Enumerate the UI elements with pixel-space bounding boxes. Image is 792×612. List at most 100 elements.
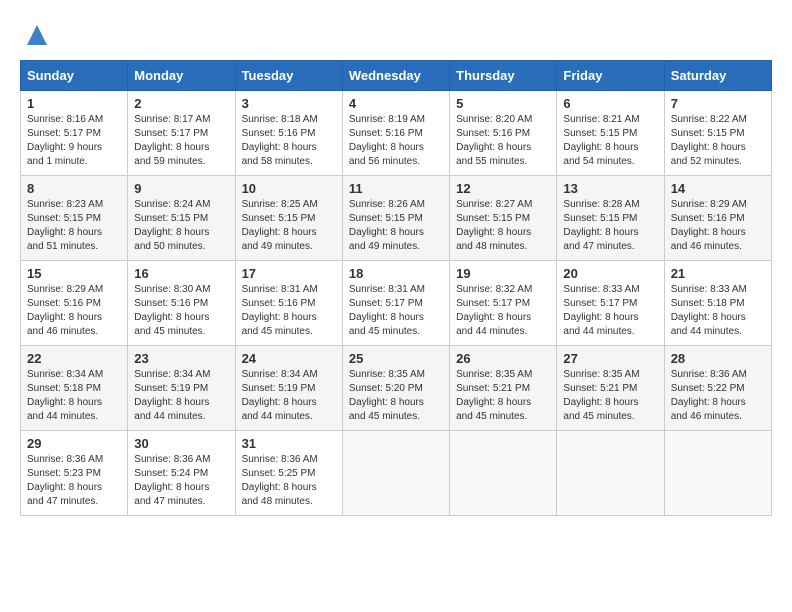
day-info: Sunrise: 8:36 AM Sunset: 5:24 PM Dayligh… [134,453,228,509]
day-info: Sunrise: 8:35 AM Sunset: 5:21 PM Dayligh… [563,368,657,424]
week-row-5: 29 Sunrise: 8:36 AM Sunset: 5:23 PM Dayli… [21,431,772,516]
day-number: 10 [242,181,336,196]
page-header [20,20,772,50]
header-row: SundayMondayTuesdayWednesdayThursdayFrid… [21,61,772,91]
day-cell: 1Sunrise: 8:16 AM Sunset: 5:17 PM Daylig… [21,91,128,176]
day-number: 8 [27,181,121,196]
day-number: 1 [27,96,121,111]
day-number: 26 [456,351,550,366]
day-cell: 6Sunrise: 8:21 AM Sunset: 5:15 PM Daylig… [557,91,664,176]
day-cell: 20 Sunrise: 8:33 AM Sunset: 5:17 PM Dayli… [557,261,664,346]
col-header-monday: Monday [128,61,235,91]
day-number: 14 [671,181,765,196]
day-number: 20 [563,266,657,281]
day-info: Sunrise: 8:36 AM Sunset: 5:25 PM Dayligh… [242,453,336,509]
day-info: Sunrise: 8:20 AM Sunset: 5:16 PM Dayligh… [456,113,550,169]
day-info: Sunrise: 8:29 AM Sunset: 5:16 PM Dayligh… [671,198,765,254]
day-number: 25 [349,351,443,366]
day-info: Sunrise: 8:21 AM Sunset: 5:15 PM Dayligh… [563,113,657,169]
col-header-wednesday: Wednesday [342,61,449,91]
calendar-table: SundayMondayTuesdayWednesdayThursdayFrid… [20,60,772,516]
day-cell [342,431,449,516]
day-cell: 29 Sunrise: 8:36 AM Sunset: 5:23 PM Dayli… [21,431,128,516]
day-cell: 30 Sunrise: 8:36 AM Sunset: 5:24 PM Dayli… [128,431,235,516]
day-number: 3 [242,96,336,111]
day-number: 4 [349,96,443,111]
day-cell: 4 Sunrise: 8:19 AM Sunset: 5:16 PM Daylig… [342,91,449,176]
day-info: Sunrise: 8:34 AM Sunset: 5:19 PM Dayligh… [242,368,336,424]
day-info: Sunrise: 8:35 AM Sunset: 5:21 PM Dayligh… [456,368,550,424]
day-info: Sunrise: 8:18 AM Sunset: 5:16 PM Dayligh… [242,113,336,169]
day-info: Sunrise: 8:26 AM Sunset: 5:15 PM Dayligh… [349,198,443,254]
day-info: Sunrise: 8:31 AM Sunset: 5:16 PM Dayligh… [242,283,336,339]
day-number: 15 [27,266,121,281]
day-cell: 18 Sunrise: 8:31 AM Sunset: 5:17 PM Dayli… [342,261,449,346]
day-cell: 23Sunrise: 8:34 AM Sunset: 5:19 PM Dayli… [128,346,235,431]
day-number: 7 [671,96,765,111]
day-info: Sunrise: 8:34 AM Sunset: 5:18 PM Dayligh… [27,368,121,424]
day-number: 17 [242,266,336,281]
day-number: 19 [456,266,550,281]
day-info: Sunrise: 8:28 AM Sunset: 5:15 PM Dayligh… [563,198,657,254]
day-number: 13 [563,181,657,196]
day-cell [557,431,664,516]
day-cell [450,431,557,516]
day-info: Sunrise: 8:24 AM Sunset: 5:15 PM Dayligh… [134,198,228,254]
col-header-tuesday: Tuesday [235,61,342,91]
day-number: 11 [349,181,443,196]
day-number: 22 [27,351,121,366]
day-info: Sunrise: 8:33 AM Sunset: 5:17 PM Dayligh… [563,283,657,339]
day-info: Sunrise: 8:19 AM Sunset: 5:16 PM Dayligh… [349,113,443,169]
logo [20,20,52,50]
day-info: Sunrise: 8:23 AM Sunset: 5:15 PM Dayligh… [27,198,121,254]
day-number: 21 [671,266,765,281]
day-cell: 31 Sunrise: 8:36 AM Sunset: 5:25 PM Dayli… [235,431,342,516]
day-info: Sunrise: 8:31 AM Sunset: 5:17 PM Dayligh… [349,283,443,339]
day-cell: 28 Sunrise: 8:36 AM Sunset: 5:22 PM Dayli… [664,346,771,431]
col-header-saturday: Saturday [664,61,771,91]
day-number: 28 [671,351,765,366]
day-info: Sunrise: 8:36 AM Sunset: 5:22 PM Dayligh… [671,368,765,424]
day-cell [664,431,771,516]
day-number: 29 [27,436,121,451]
day-info: Sunrise: 8:34 AM Sunset: 5:19 PM Dayligh… [134,368,228,424]
day-cell: 12 Sunrise: 8:27 AM Sunset: 5:15 PM Dayli… [450,176,557,261]
day-cell: 24 Sunrise: 8:34 AM Sunset: 5:19 PM Dayli… [235,346,342,431]
day-info: Sunrise: 8:29 AM Sunset: 5:16 PM Dayligh… [27,283,121,339]
day-cell: 3 Sunrise: 8:18 AM Sunset: 5:16 PM Daylig… [235,91,342,176]
day-info: Sunrise: 8:30 AM Sunset: 5:16 PM Dayligh… [134,283,228,339]
day-number: 2 [134,96,228,111]
day-info: Sunrise: 8:33 AM Sunset: 5:18 PM Dayligh… [671,283,765,339]
day-number: 31 [242,436,336,451]
logo-icon [22,20,52,50]
day-number: 16 [134,266,228,281]
day-cell: 9 Sunrise: 8:24 AM Sunset: 5:15 PM Daylig… [128,176,235,261]
col-header-friday: Friday [557,61,664,91]
week-row-3: 15 Sunrise: 8:29 AM Sunset: 5:16 PM Dayli… [21,261,772,346]
day-cell: 8 Sunrise: 8:23 AM Sunset: 5:15 PM Daylig… [21,176,128,261]
col-header-thursday: Thursday [450,61,557,91]
day-number: 27 [563,351,657,366]
day-cell: 5Sunrise: 8:20 AM Sunset: 5:16 PM Daylig… [450,91,557,176]
day-cell: 13 Sunrise: 8:28 AM Sunset: 5:15 PM Dayli… [557,176,664,261]
day-cell: 22 Sunrise: 8:34 AM Sunset: 5:18 PM Dayli… [21,346,128,431]
day-info: Sunrise: 8:27 AM Sunset: 5:15 PM Dayligh… [456,198,550,254]
day-cell: 16 Sunrise: 8:30 AM Sunset: 5:16 PM Dayli… [128,261,235,346]
day-cell: 7 Sunrise: 8:22 AM Sunset: 5:15 PM Daylig… [664,91,771,176]
day-number: 30 [134,436,228,451]
day-number: 12 [456,181,550,196]
day-cell: 27 Sunrise: 8:35 AM Sunset: 5:21 PM Dayli… [557,346,664,431]
day-info: Sunrise: 8:35 AM Sunset: 5:20 PM Dayligh… [349,368,443,424]
day-cell: 26 Sunrise: 8:35 AM Sunset: 5:21 PM Dayli… [450,346,557,431]
day-info: Sunrise: 8:32 AM Sunset: 5:17 PM Dayligh… [456,283,550,339]
day-cell: 17 Sunrise: 8:31 AM Sunset: 5:16 PM Dayli… [235,261,342,346]
col-header-sunday: Sunday [21,61,128,91]
day-cell: 14 Sunrise: 8:29 AM Sunset: 5:16 PM Dayli… [664,176,771,261]
day-number: 9 [134,181,228,196]
day-cell: 21 Sunrise: 8:33 AM Sunset: 5:18 PM Dayli… [664,261,771,346]
day-number: 18 [349,266,443,281]
day-info: Sunrise: 8:17 AM Sunset: 5:17 PM Dayligh… [134,113,228,169]
day-info: Sunrise: 8:22 AM Sunset: 5:15 PM Dayligh… [671,113,765,169]
day-info: Sunrise: 8:36 AM Sunset: 5:23 PM Dayligh… [27,453,121,509]
day-number: 24 [242,351,336,366]
